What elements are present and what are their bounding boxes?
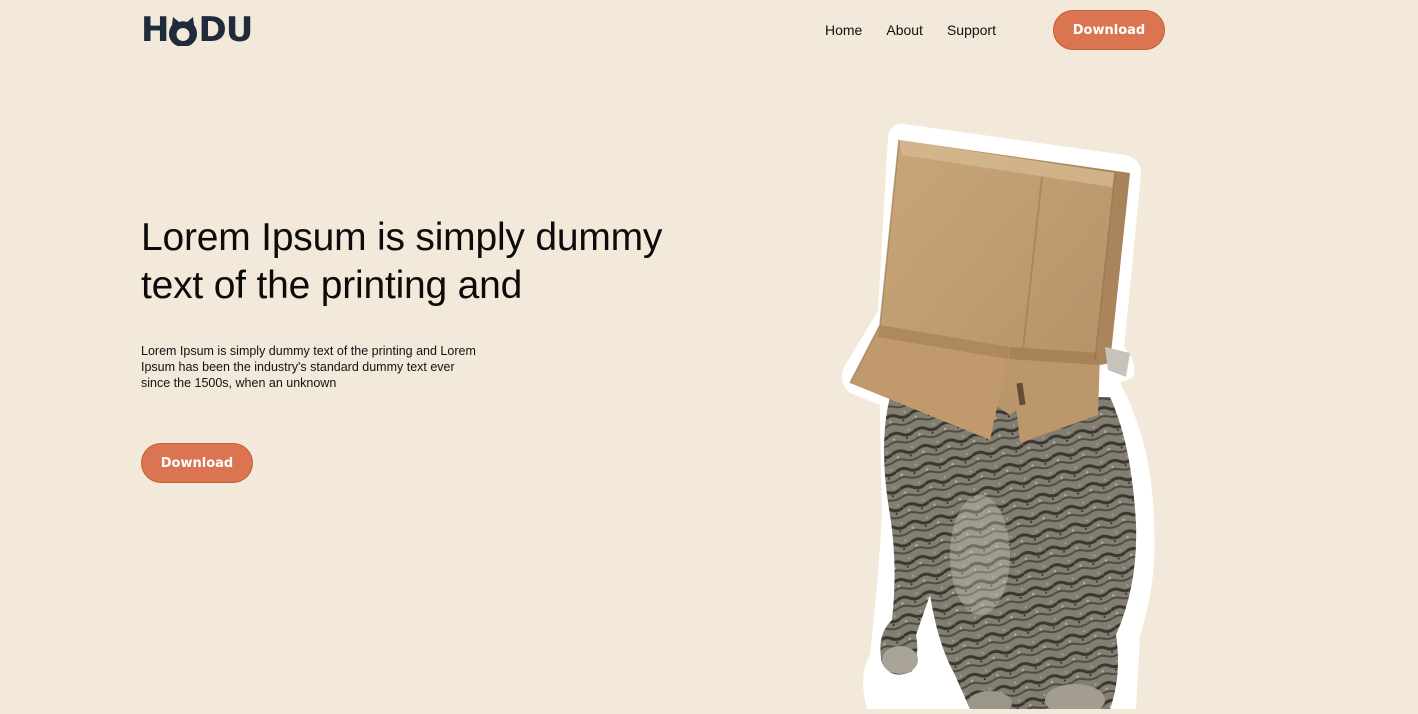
site-header: H DU Home About Support Download [0, 0, 1418, 60]
logo-letter-h: H [141, 10, 169, 50]
hero-download-button[interactable]: Download [141, 443, 253, 483]
nav-item-about[interactable]: About [886, 21, 923, 39]
cat-with-box-image [820, 115, 1170, 714]
hero-description: Lorem Ipsum is simply dummy text of the … [141, 344, 476, 390]
nav-item-home[interactable]: Home [825, 21, 862, 39]
brand-logo[interactable]: H DU [141, 10, 253, 50]
main-nav: Home About Support [825, 21, 996, 39]
logo-letters-du: DU [198, 10, 253, 50]
header-download-button[interactable]: Download [1053, 10, 1165, 50]
nav-item-support[interactable]: Support [947, 21, 996, 39]
cat-head-icon [169, 16, 198, 46]
hero-title: Lorem Ipsum is simply dummy text of the … [141, 216, 663, 307]
brand-logo-wordmark: H DU [141, 10, 253, 50]
